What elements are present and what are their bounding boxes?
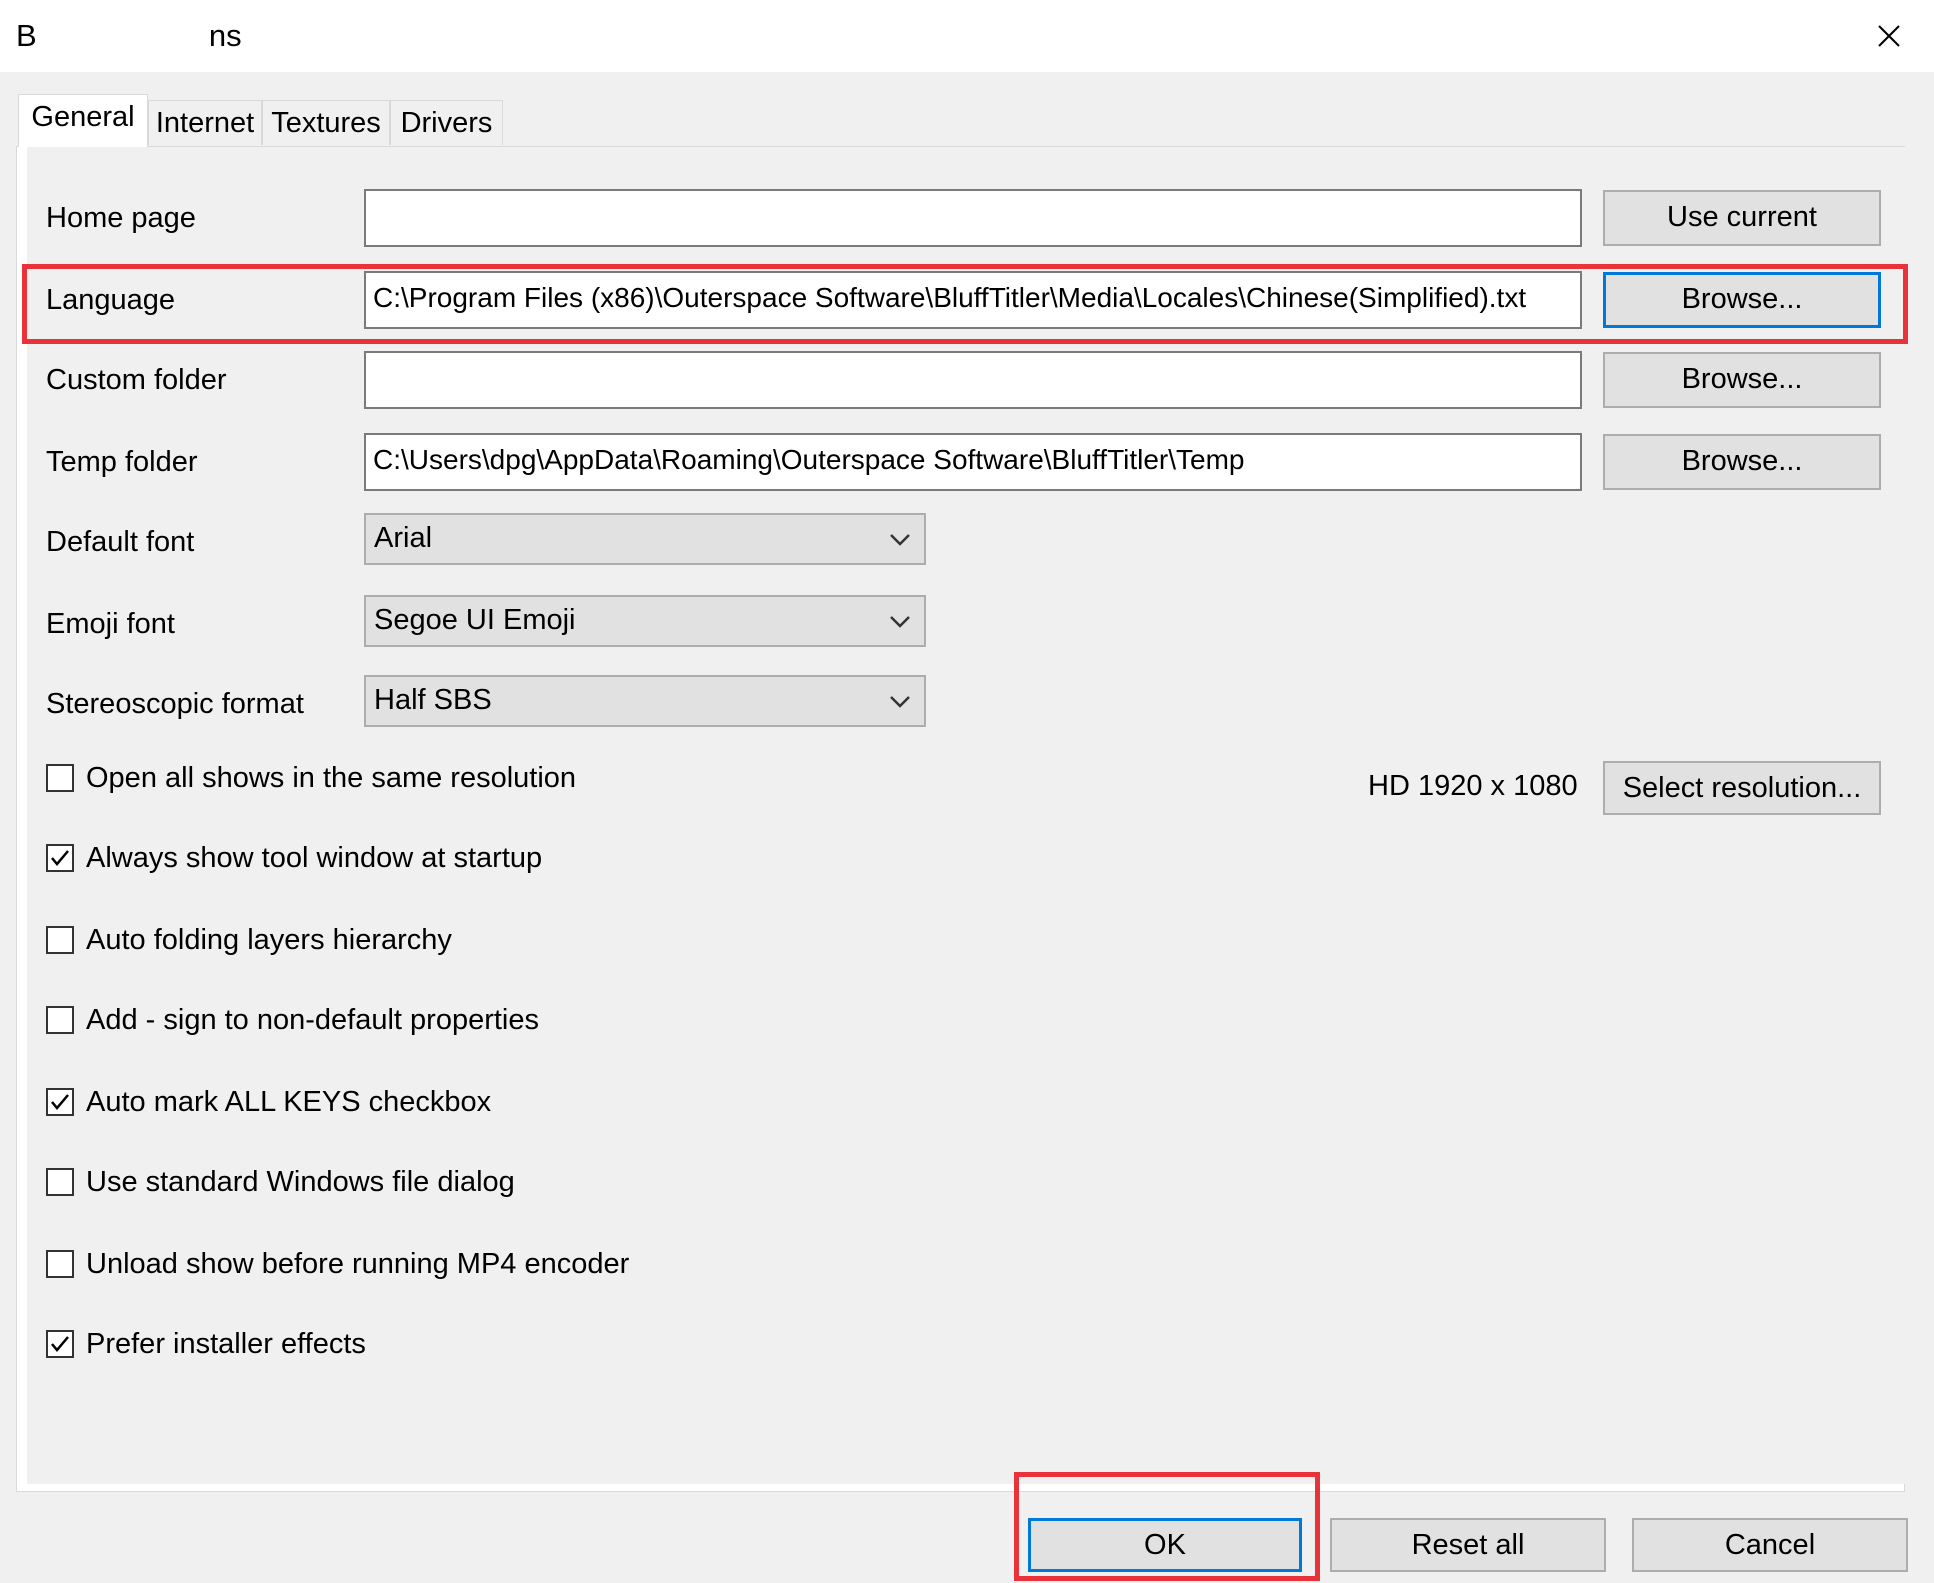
default-font-value: Arial <box>374 522 433 554</box>
home-page-label: Home page <box>46 202 196 234</box>
checkbox-label: Auto folding layers hierarchy <box>86 924 452 956</box>
language-label: Language <box>46 284 176 316</box>
default-font-label: Default font <box>46 526 195 558</box>
checkbox-add-sign[interactable] <box>46 1006 74 1034</box>
checkbox-auto-folding[interactable] <box>46 926 74 954</box>
stereoscopic-format-value: Half SBS <box>374 684 492 716</box>
custom-folder-browse-button[interactable]: Browse... <box>1603 352 1881 408</box>
checkbox-windows-dialog[interactable] <box>46 1168 74 1196</box>
checkmark-icon <box>51 850 69 866</box>
home-page-input[interactable] <box>364 189 1582 247</box>
panel-content <box>27 147 1905 1484</box>
checkbox-label: Use standard Windows file dialog <box>86 1166 515 1198</box>
chevron-down-icon <box>890 696 910 708</box>
stereoscopic-format-label: Stereoscopic format <box>46 688 304 720</box>
temp-folder-browse-button[interactable]: Browse... <box>1603 434 1881 490</box>
custom-folder-label: Custom folder <box>46 364 227 396</box>
checkbox-unload-show[interactable] <box>46 1250 74 1278</box>
resolution-value: HD 1920 x 1080 <box>1368 770 1578 802</box>
chevron-down-icon <box>890 616 910 628</box>
tab-internet[interactable]: Internet <box>148 100 262 145</box>
temp-folder-input[interactable]: C:\Users\dpg\AppData\Roaming\Outerspace … <box>364 433 1582 491</box>
checkbox-label: Auto mark ALL KEYS checkbox <box>86 1086 492 1118</box>
select-resolution-button[interactable]: Select resolution... <box>1603 761 1881 815</box>
checkbox-tool-window[interactable] <box>46 844 74 872</box>
temp-folder-label: Temp folder <box>46 446 198 478</box>
use-current-button[interactable]: Use current <box>1603 190 1881 246</box>
checkbox-label: Always show tool window at startup <box>86 842 543 874</box>
checkbox-same-resolution[interactable] <box>46 764 74 792</box>
checkbox-label: Add - sign to non-default properties <box>86 1004 539 1036</box>
tab-textures[interactable]: Textures <box>262 100 390 145</box>
custom-folder-input[interactable] <box>364 351 1582 409</box>
language-input[interactable]: C:\Program Files (x86)\Outerspace Softwa… <box>364 271 1582 329</box>
close-icon <box>1878 25 1900 47</box>
checkbox-auto-mark-keys[interactable] <box>46 1088 74 1116</box>
tab-drivers[interactable]: Drivers <box>390 100 503 145</box>
language-browse-button[interactable]: Browse... <box>1603 272 1881 328</box>
stereoscopic-format-select[interactable]: Half SBS <box>364 675 926 727</box>
cancel-button[interactable]: Cancel <box>1632 1518 1908 1572</box>
checkbox-label: Unload show before running MP4 encoder <box>86 1248 630 1280</box>
ok-button[interactable]: OK <box>1028 1518 1302 1572</box>
emoji-font-select[interactable]: Segoe UI Emoji <box>364 595 926 647</box>
checkbox-label: Prefer installer effects <box>86 1328 366 1360</box>
checkbox-installer-effects[interactable] <box>46 1330 74 1358</box>
default-font-select[interactable]: Arial <box>364 513 926 565</box>
title-bar: B ns <box>0 0 1934 72</box>
checkmark-icon <box>51 1094 69 1110</box>
checkmark-icon <box>51 1336 69 1352</box>
emoji-font-value: Segoe UI Emoji <box>374 604 576 636</box>
general-tab-panel <box>16 146 1905 1492</box>
reset-all-button[interactable]: Reset all <box>1330 1518 1606 1572</box>
checkbox-label: Open all shows in the same resolution <box>86 762 577 794</box>
tab-general[interactable]: General <box>18 94 148 147</box>
close-button[interactable] <box>1856 10 1922 62</box>
window-title: B ns <box>16 18 242 53</box>
chevron-down-icon <box>890 534 910 546</box>
emoji-font-label: Emoji font <box>46 608 175 640</box>
